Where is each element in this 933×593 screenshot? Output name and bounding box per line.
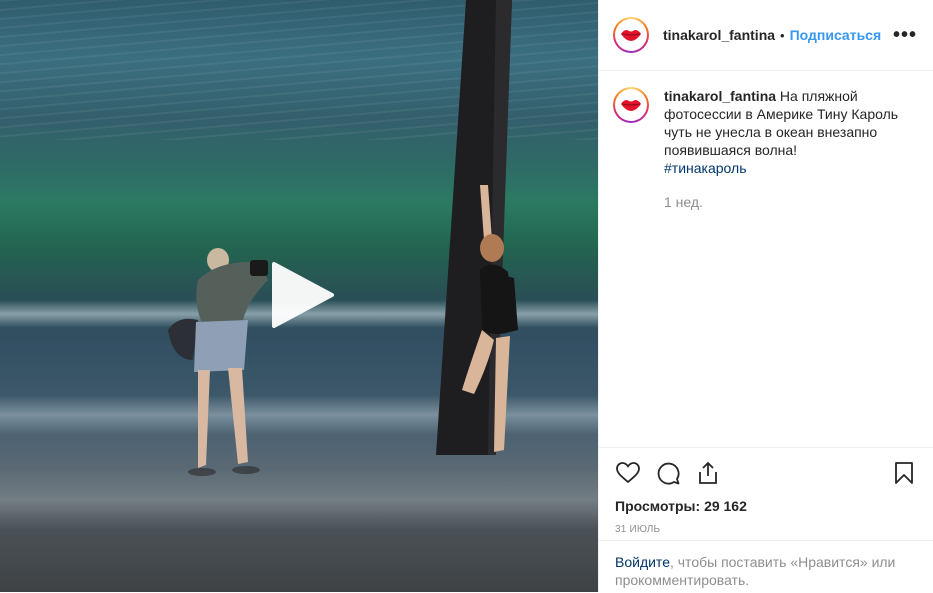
photographer-figure bbox=[168, 248, 268, 476]
avatar-inner bbox=[615, 89, 647, 121]
bookmark-icon bbox=[895, 462, 913, 484]
more-options-button[interactable]: ••• bbox=[893, 25, 917, 45]
post-header: tinakarol_fantina • Подписаться ••• bbox=[599, 0, 933, 71]
views-number: 29 162 bbox=[704, 498, 747, 514]
avatar[interactable] bbox=[613, 17, 649, 53]
follow-button[interactable]: Подписаться bbox=[790, 27, 882, 43]
play-button[interactable] bbox=[268, 262, 334, 328]
comment-icon bbox=[657, 462, 680, 485]
wave-foam bbox=[0, 470, 598, 530]
post-side-panel: tinakarol_fantina • Подписаться ••• tina… bbox=[598, 0, 933, 592]
lips-icon bbox=[621, 100, 641, 111]
lips-icon bbox=[621, 30, 641, 41]
view-count: Просмотры: 29 162 bbox=[599, 498, 933, 514]
caption-username[interactable]: tinakarol_fantina bbox=[664, 88, 776, 104]
action-bar bbox=[599, 448, 933, 498]
caption: tinakarol_fantina На пляжной фотосессии … bbox=[599, 71, 933, 211]
share-icon bbox=[699, 461, 717, 484]
video-player[interactable] bbox=[0, 0, 598, 592]
instagram-post: tinakarol_fantina • Подписаться ••• tina… bbox=[0, 0, 933, 592]
model-figure bbox=[462, 185, 518, 452]
heart-icon bbox=[616, 462, 640, 484]
header-username[interactable]: tinakarol_fantina bbox=[663, 27, 775, 43]
post-footer: Просмотры: 29 162 31 ИЮЛЬ Войдите, чтобы… bbox=[599, 447, 933, 588]
login-link[interactable]: Войдите bbox=[615, 554, 670, 570]
caption-avatar[interactable] bbox=[613, 87, 649, 123]
header-separator: • bbox=[780, 27, 785, 43]
play-icon bbox=[272, 262, 334, 328]
caption-text: tinakarol_fantina На пляжной фотосессии … bbox=[664, 87, 912, 211]
login-prompt: Войдите, чтобы поставить «Нравится» или … bbox=[599, 540, 933, 593]
save-button[interactable] bbox=[891, 460, 917, 486]
comment-button[interactable] bbox=[655, 460, 681, 486]
caption-time-ago: 1 нед. bbox=[664, 194, 703, 210]
post-date[interactable]: 31 ИЮЛЬ bbox=[599, 524, 933, 535]
share-button[interactable] bbox=[695, 460, 721, 486]
hashtag-link[interactable]: #тинакароль bbox=[664, 160, 746, 176]
avatar-inner bbox=[615, 19, 647, 51]
like-button[interactable] bbox=[615, 460, 641, 486]
views-label: Просмотры: bbox=[615, 498, 701, 514]
